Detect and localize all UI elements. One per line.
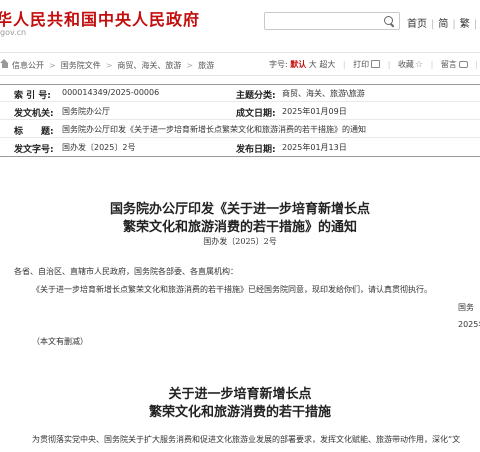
breadcrumb-items: 信息公开 > 国务院文件 > 商贸、海关、旅游 > 旅游 [12, 60, 214, 71]
doc-number-value: 国办发〔2025〕2号 [62, 143, 136, 152]
breadcrumb-item-category[interactable]: 商贸、海关、旅游 [117, 61, 181, 70]
star-icon: ☆ [414, 60, 424, 70]
breadcrumb-item-info[interactable]: 信息公开 [12, 61, 44, 70]
divider: | [342, 60, 346, 69]
meta-row-docno: 发文字号: 国办发〔2025〕2号 发布日期: 2025年01月13日 [0, 138, 480, 156]
article-signature-date: 2025年 [458, 320, 480, 329]
font-large-button[interactable]: 大 [309, 60, 317, 69]
breadcrumb-item-docs[interactable]: 国务院文件 [61, 61, 101, 70]
font-size-label: 字号: [269, 60, 288, 69]
favorite-button[interactable]: 收藏☆ [397, 60, 424, 70]
created-date-label: 成文日期: [236, 109, 276, 119]
favorite-label: 收藏 [397, 60, 414, 69]
breadcrumb: 信息公开 > 国务院文件 > 商贸、海关、旅游 > 旅游 字号: 默认 大 超大 | 打印 … [0, 52, 480, 76]
divider: | [431, 19, 435, 30]
title-value: 国务院办公厅印发《关于进一步培育新增长点繁荣文化和旅游消费的若干措施》的通知 [62, 125, 366, 134]
article-title-line2: 繁荣文化和旅游消费的若干措施》的通知 [122, 220, 357, 235]
index-label: 索 引 号: [14, 91, 51, 101]
search-input[interactable] [264, 12, 400, 30]
top-link-home[interactable]: 首页 [407, 15, 427, 30]
article-title-line1: 国务院办公厅印发《关于进一步培育新增长点 [109, 202, 370, 217]
meta-row-index: 索 引 号: 000014349/2025-00006 主题分类: 商贸、海关、… [0, 84, 480, 102]
breadcrumb-separator: > [49, 61, 56, 70]
print-icon [371, 60, 381, 68]
category-value: 商贸、海关、旅游\旅游 [282, 89, 365, 98]
top-links: 首页|简|繁|E [407, 15, 480, 30]
font-default-button[interactable]: 默认 [290, 60, 306, 69]
created-date-value: 2025年01月09日 [282, 107, 347, 116]
font-xlarge-button[interactable]: 超大 [319, 60, 335, 69]
comment-label: 留言 [440, 60, 457, 69]
breadcrumb-separator: > [186, 61, 194, 70]
meta-row-issuer: 发文机关: 国务院办公厅 成文日期: 2025年01月09日 [0, 102, 480, 120]
article-signature: 国务 [458, 303, 474, 312]
attachment-title-line1: 关于进一步培育新增长点 [168, 387, 312, 402]
breadcrumb-item-tourism[interactable]: 旅游 [198, 61, 214, 70]
search-icon[interactable] [383, 15, 395, 27]
article-recipients: 各省、自治区、直辖市人民政府，国务院各部委、各直属机构： [14, 267, 238, 276]
top-link-simplified[interactable]: 简 [438, 15, 448, 30]
divider: | [430, 60, 434, 69]
divider: | [387, 60, 391, 69]
published-date-label: 发布日期: [236, 145, 276, 155]
breadcrumb-separator: > [105, 61, 113, 70]
doc-number-label: 发文字号: [14, 145, 54, 155]
divider [0, 156, 480, 157]
published-date-value: 2025年01月13日 [282, 143, 347, 152]
document-meta-table: 索 引 号: 000014349/2025-00006 主题分类: 商贸、海关、… [0, 84, 480, 157]
title-label: 标 题: [14, 127, 54, 137]
comment-button[interactable]: 留言 [441, 60, 468, 69]
abridged-note: （本文有删减） [32, 337, 88, 346]
issuer-value: 国务院办公厅 [62, 107, 110, 116]
top-link-traditional[interactable]: 繁 [460, 15, 470, 30]
site-domain: gov.cn [0, 28, 27, 37]
site-title[interactable]: 华人民共和国中央人民政府 [0, 6, 200, 30]
message-icon [458, 61, 468, 68]
article-doc-number: 国办发〔2025〕2号 [203, 237, 277, 246]
print-label: 打印 [353, 60, 370, 69]
index-value: 000014349/2025-00006 [62, 88, 160, 97]
issuer-label: 发文机关: [14, 109, 54, 119]
article-toolbar: 字号: 默认 大 超大 | 打印 | 收藏☆ | 留言 | ⋮ [269, 59, 480, 70]
site-header: 华人民共和国中央人民政府 gov.cn 首页|简|繁|E [0, 0, 480, 38]
home-icon[interactable] [0, 59, 9, 68]
divider: | [452, 19, 456, 30]
attachment-title-line2: 繁荣文化和旅游消费的若干措施 [148, 405, 331, 420]
category-label: 主题分类: [236, 91, 276, 101]
divider: | [475, 60, 479, 69]
print-button[interactable]: 打印 [353, 60, 381, 69]
meta-row-title: 标 题: 国务院办公厅印发《关于进一步培育新增长点繁荣文化和旅游消费的若干措施》… [0, 120, 480, 138]
article-body: 《关于进一步培育新增长点繁荣文化和旅游消费的若干措施》已经国务院同意，现印发给你… [32, 285, 432, 294]
attachment-intro: 为贯彻落实党中央、国务院关于扩大服务消费和促进文化旅游业发展的部署要求，发挥文化… [32, 435, 461, 444]
divider: | [473, 19, 478, 30]
